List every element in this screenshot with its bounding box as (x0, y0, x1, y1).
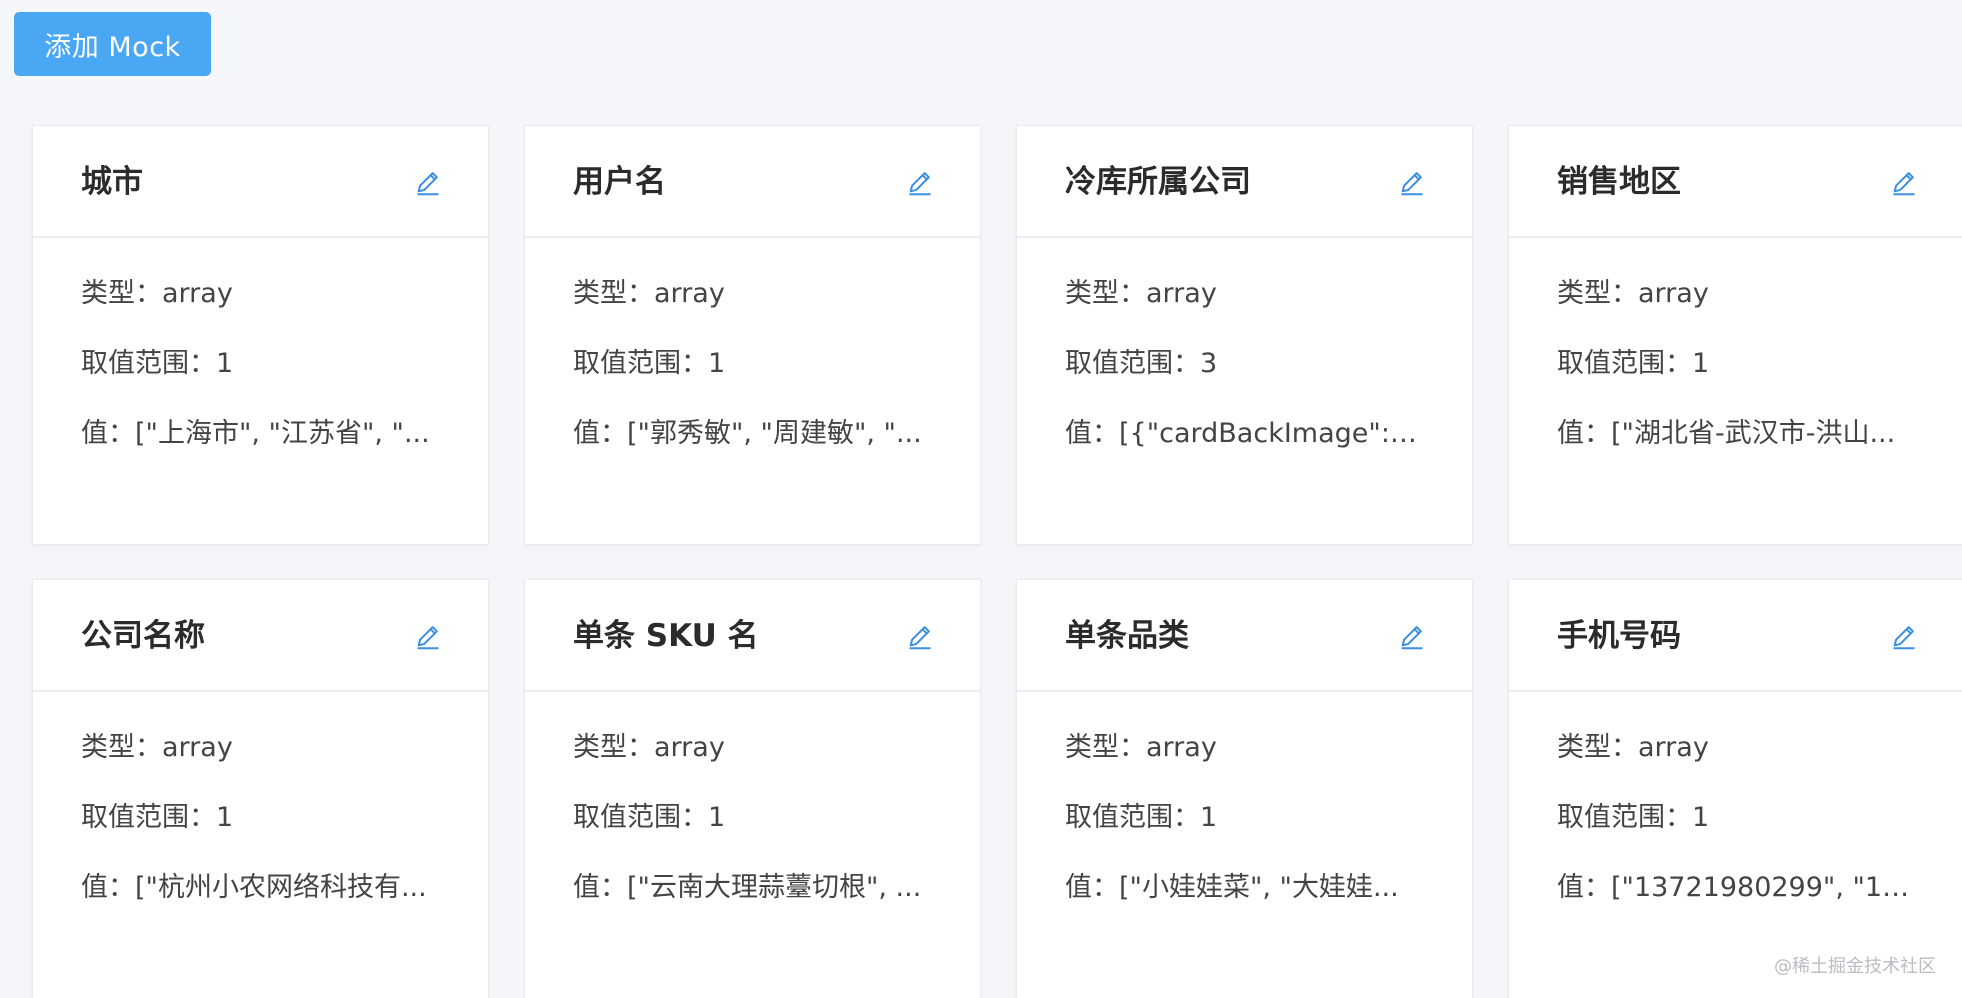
card-header: 单条 SKU 名 (525, 580, 980, 692)
type-value: array (1146, 732, 1217, 763)
edit-icon[interactable] (906, 168, 934, 196)
value-text: ["小娃娃菜", "大娃娃... (1119, 872, 1399, 903)
type-row: 类型：array (573, 278, 725, 309)
type-value: array (1638, 732, 1709, 763)
card-header: 公司名称 (33, 580, 488, 692)
edit-icon[interactable] (1398, 622, 1426, 650)
value-row: 值：[{"cardBackImage": {... (1065, 414, 1420, 484)
value-row: 值：["郭秀敏", "周建敏", "... (573, 418, 922, 449)
edit-icon[interactable] (414, 168, 442, 196)
range-row: 取值范围：3 (1065, 348, 1218, 379)
range-value: 1 (216, 348, 234, 379)
mock-card: 用户名 类型：array 取值范围：1 值：["郭秀敏", "周建敏", "..… (524, 125, 981, 545)
mock-card: 公司名称 类型：array 取值范围：1 值：["杭州小农网络科技有... (32, 579, 489, 998)
card-title: 城市 (81, 164, 143, 200)
card-header: 手机号码 (1509, 580, 1962, 692)
range-value: 3 (1200, 348, 1218, 379)
value-row: 值：["13721980299", "150... (1557, 868, 1912, 938)
card-title: 冷库所属公司 (1065, 164, 1251, 200)
card-header: 单条品类 (1017, 580, 1472, 692)
range-value: 1 (708, 348, 726, 379)
card-header: 用户名 (525, 126, 980, 238)
value-row: 值：["湖北省-武汉市-洪山... (1557, 418, 1896, 449)
card-body: 类型：array 取值范围：1 值：["郭秀敏", "周建敏", "... (525, 238, 980, 484)
watermark: @稀土掘金技术社区 (1774, 956, 1936, 977)
card-title: 用户名 (573, 164, 666, 200)
card-body: 类型：array 取值范围：1 值：["杭州小农网络科技有... (33, 692, 488, 938)
range-row: 取值范围：1 (81, 802, 234, 833)
value-row: 值：["云南大理蒜薹切根", ... (573, 872, 922, 903)
value-row: 值：["上海市", "江苏省", "... (81, 418, 430, 449)
mock-card: 手机号码 类型：array 取值范围：1 值：["13721980299", "… (1508, 579, 1962, 998)
range-value: 1 (1692, 348, 1710, 379)
add-mock-button[interactable]: 添加 Mock (14, 12, 211, 76)
range-row: 取值范围：1 (573, 802, 726, 833)
value-text: ["云南大理蒜薹切根", ... (627, 872, 922, 903)
mock-card: 单条品类 类型：array 取值范围：1 值：["小娃娃菜", "大娃娃... (1016, 579, 1473, 998)
value-text: [{"cardBackImage": {... (1119, 418, 1420, 449)
range-row: 取值范围：1 (1065, 802, 1218, 833)
card-header: 城市 (33, 126, 488, 238)
card-body: 类型：array 取值范围：1 值：["云南大理蒜薹切根", ... (525, 692, 980, 938)
card-header: 销售地区 (1509, 126, 1962, 238)
type-row: 类型：array (1065, 278, 1217, 309)
range-value: 1 (708, 802, 726, 833)
type-row: 类型：array (573, 732, 725, 763)
mock-card: 单条 SKU 名 类型：array 取值范围：1 值：["云南大理蒜薹切根", … (524, 579, 981, 998)
type-value: array (654, 278, 725, 309)
range-row: 取值范围：1 (1557, 348, 1710, 379)
value-text: ["13721980299", "150... (1611, 872, 1912, 903)
edit-icon[interactable] (906, 622, 934, 650)
type-value: array (1638, 278, 1709, 309)
value-row: 值：["小娃娃菜", "大娃娃... (1065, 872, 1399, 903)
range-value: 1 (216, 802, 234, 833)
mock-card: 冷库所属公司 类型：array 取值范围：3 值：[{"cardBackImag… (1016, 125, 1473, 545)
type-value: array (1146, 278, 1217, 309)
value-text: ["杭州小农网络科技有... (135, 872, 427, 903)
value-row: 值：["杭州小农网络科技有... (81, 872, 427, 903)
value-text: ["郭秀敏", "周建敏", "... (627, 418, 922, 449)
range-row: 取值范围：1 (81, 348, 234, 379)
card-body: 类型：array 取值范围：1 值：["湖北省-武汉市-洪山... (1509, 238, 1962, 484)
mock-card: 城市 类型：array 取值范围：1 值：["上海市", "江苏省", "... (32, 125, 489, 545)
card-header: 冷库所属公司 (1017, 126, 1472, 238)
type-value: array (162, 732, 233, 763)
type-row: 类型：array (1065, 732, 1217, 763)
card-title: 手机号码 (1557, 618, 1681, 654)
type-row: 类型：array (1557, 732, 1709, 763)
edit-icon[interactable] (1890, 168, 1918, 196)
value-text: ["上海市", "江苏省", "... (135, 418, 430, 449)
value-text: ["湖北省-武汉市-洪山... (1611, 418, 1896, 449)
type-row: 类型：array (81, 732, 233, 763)
type-row: 类型：array (1557, 278, 1709, 309)
card-body: 类型：array 取值范围：1 值：["上海市", "江苏省", "... (33, 238, 488, 484)
range-row: 取值范围：1 (1557, 802, 1710, 833)
card-title: 单条 SKU 名 (573, 618, 759, 654)
card-body: 类型：array 取值范围：3 值：[{"cardBackImage": {..… (1017, 238, 1472, 484)
card-title: 单条品类 (1065, 618, 1189, 654)
card-body: 类型：array 取值范围：1 值：["13721980299", "150..… (1509, 692, 1962, 938)
type-value: array (654, 732, 725, 763)
range-row: 取值范围：1 (573, 348, 726, 379)
edit-icon[interactable] (1398, 168, 1426, 196)
type-value: array (162, 278, 233, 309)
range-value: 1 (1200, 802, 1218, 833)
edit-icon[interactable] (414, 622, 442, 650)
type-row: 类型：array (81, 278, 233, 309)
mock-card: 销售地区 类型：array 取值范围：1 值：["湖北省-武汉市-洪山... (1508, 125, 1962, 545)
edit-icon[interactable] (1890, 622, 1918, 650)
card-title: 公司名称 (81, 618, 205, 654)
mock-list-page: 添加 Mock 城市 类型：array 取值范围：1 值：["上海市", "江苏… (0, 0, 1962, 998)
card-title: 销售地区 (1557, 164, 1681, 200)
range-value: 1 (1692, 802, 1710, 833)
card-body: 类型：array 取值范围：1 值：["小娃娃菜", "大娃娃... (1017, 692, 1472, 938)
